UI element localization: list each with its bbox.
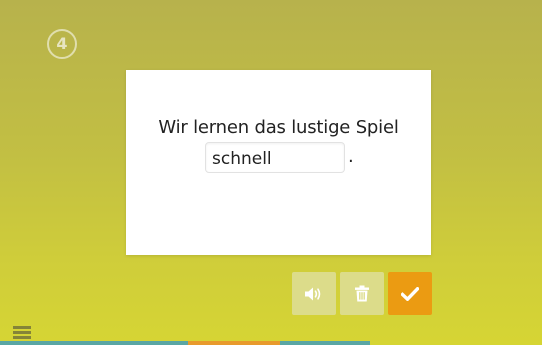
exercise-card: Wir lernen das lustige Spiel . <box>126 70 431 255</box>
volume-up-icon <box>305 287 321 300</box>
progress-segment-3 <box>280 341 370 345</box>
delete-button[interactable] <box>340 272 384 315</box>
progress-segment-1 <box>0 341 188 345</box>
menu-line <box>13 331 31 334</box>
check-button[interactable] <box>388 272 432 315</box>
trash-icon <box>355 285 369 302</box>
exercise-sentence: Wir lernen das lustige Spiel <box>158 117 399 138</box>
hamburger-menu-icon[interactable] <box>13 326 31 339</box>
progress-bar <box>0 341 542 345</box>
step-number-badge: 4 <box>47 29 77 59</box>
answer-input[interactable] <box>205 142 345 173</box>
menu-line <box>13 326 31 329</box>
answer-row: . <box>205 139 354 173</box>
progress-segment-2 <box>188 341 280 345</box>
check-icon <box>401 286 419 301</box>
menu-line <box>13 336 31 339</box>
sentence-period: . <box>348 146 354 167</box>
audio-button[interactable] <box>292 272 336 315</box>
